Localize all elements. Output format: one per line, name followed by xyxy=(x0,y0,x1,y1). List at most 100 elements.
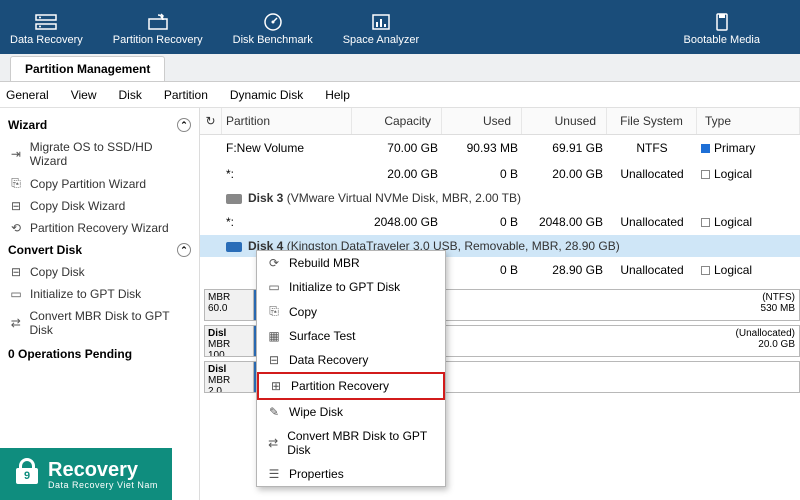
sidebar-copy-disk-2[interactable]: ⊟Copy Disk xyxy=(6,261,193,283)
partition-row[interactable]: F:New Volume 70.00 GB 90.93 MB 69.91 GB … xyxy=(200,135,800,161)
collapse-icon[interactable]: ⌃ xyxy=(177,118,191,132)
sidebar-init-gpt[interactable]: ▭ Initialize to GPT Disk xyxy=(6,283,193,305)
copy-disk-icon: ⊟ xyxy=(8,199,24,213)
tab-bar: Partition Management xyxy=(0,54,800,82)
ctx-surface-test[interactable]: ▦Surface Test xyxy=(257,324,445,348)
toolbar-disk-benchmark[interactable]: Disk Benchmark xyxy=(233,12,313,46)
type-chip-icon xyxy=(701,144,710,153)
cell-used: 90.93 MB xyxy=(442,139,522,157)
col-type[interactable]: Type xyxy=(697,108,800,134)
ctx-label: Copy xyxy=(289,305,317,319)
sidebar-item-label: Copy Disk xyxy=(30,265,85,279)
ctx-properties[interactable]: ☰Properties xyxy=(257,462,445,486)
ctx-label: Convert MBR Disk to GPT Disk xyxy=(287,429,437,457)
sidebar-head-label: Convert Disk xyxy=(8,243,82,257)
ctx-partition-recovery[interactable]: ⊞ Partition Recovery xyxy=(257,372,445,400)
ctx-convert-mbr-gpt[interactable]: ⇄Convert MBR Disk to GPT Disk xyxy=(257,424,445,462)
cell-fs: Unallocated xyxy=(607,165,697,183)
cell-used: 0 B xyxy=(442,213,522,231)
sidebar-item-label: Initialize to GPT Disk xyxy=(30,287,141,301)
toolbar-partition-recovery[interactable]: Partition Recovery xyxy=(113,12,203,46)
toolbar-label: Bootable Media xyxy=(684,34,760,46)
properties-icon: ☰ xyxy=(265,467,283,481)
sidebar-copy-disk[interactable]: ⊟ Copy Disk Wizard xyxy=(6,195,193,217)
disk-header-row[interactable]: Disk 3 (VMware Virtual NVMe Disk, MBR, 2… xyxy=(200,187,800,209)
toolbar-bootable-media[interactable]: Bootable Media xyxy=(684,12,760,46)
operations-pending: 0 Operations Pending xyxy=(6,341,193,367)
toolbar-space-analyzer[interactable]: Space Analyzer xyxy=(343,12,419,46)
disk-map-caption: (NTFS)530 MB xyxy=(761,292,795,314)
type-chip-icon xyxy=(701,266,710,275)
col-partition[interactable]: Partition xyxy=(222,108,352,134)
toolbar-data-recovery[interactable]: Data Recovery xyxy=(10,12,83,46)
tab-partition-management[interactable]: Partition Management xyxy=(10,56,165,81)
ctx-copy[interactable]: ⎘Copy xyxy=(257,299,445,324)
col-used[interactable]: Used xyxy=(442,108,522,134)
cell-type: Logical xyxy=(697,261,800,279)
benchmark-icon xyxy=(261,12,285,32)
cell-unused: 28.90 GB xyxy=(522,261,607,279)
ctx-wipe-disk[interactable]: ✎ Wipe Disk xyxy=(257,400,445,424)
sidebar-item-label: Convert MBR Disk to GPT Disk xyxy=(30,309,191,337)
type-chip-icon xyxy=(701,170,710,179)
ctx-rebuild-mbr[interactable]: ⟳Rebuild MBR xyxy=(257,251,445,275)
sidebar-convert-header[interactable]: Convert Disk ⌃ xyxy=(6,239,193,261)
partition-recovery-icon: ⊞ xyxy=(267,379,285,393)
bootable-media-icon xyxy=(710,12,734,32)
ctx-init-gpt[interactable]: ▭Initialize to GPT Disk xyxy=(257,275,445,299)
partition-row[interactable]: *: 20.00 GB 0 B 20.00 GB Unallocated Log… xyxy=(200,161,800,187)
menu-help[interactable]: Help xyxy=(325,88,350,102)
convert-icon: ⇄ xyxy=(8,316,24,330)
context-menu: ⟳Rebuild MBR ▭Initialize to GPT Disk ⎘Co… xyxy=(256,250,446,487)
menu-general[interactable]: General xyxy=(6,88,49,102)
collapse-icon[interactable]: ⌃ xyxy=(177,243,191,257)
watermark-logo: 9 Recovery Data Recovery Viet Nam xyxy=(0,448,172,500)
watermark-title: Recovery xyxy=(48,460,158,480)
cell-capacity: 2048.00 GB xyxy=(352,213,442,231)
cell-partition: F:New Volume xyxy=(222,139,352,157)
data-recovery-icon: ⊟ xyxy=(265,353,283,367)
col-capacity[interactable]: Capacity xyxy=(352,108,442,134)
ctx-label: Partition Recovery xyxy=(291,379,389,393)
cell-fs: Unallocated xyxy=(607,213,697,231)
partition-row[interactable]: *: 2048.00 GB 0 B 2048.00 GB Unallocated… xyxy=(200,209,800,235)
cell-unused: 20.00 GB xyxy=(522,165,607,183)
sidebar-item-label: Copy Partition Wizard xyxy=(30,177,146,191)
ctx-label: Wipe Disk xyxy=(289,405,343,419)
toolbar-label: Data Recovery xyxy=(10,34,83,46)
sidebar-convert-mbr-gpt[interactable]: ⇄ Convert MBR Disk to GPT Disk xyxy=(6,305,193,341)
init-icon: ▭ xyxy=(8,287,24,301)
cell-partition: *: xyxy=(222,165,352,183)
sidebar-copy-partition[interactable]: ⎘Copy Partition Wizard xyxy=(6,172,193,195)
cell-fs: Unallocated xyxy=(607,261,697,279)
col-unused[interactable]: Unused xyxy=(522,108,607,134)
sidebar-item-label: Partition Recovery Wizard xyxy=(30,221,169,235)
migrate-icon: ⇥ xyxy=(8,147,24,161)
lock-icon: 9 xyxy=(14,458,40,492)
col-filesystem[interactable]: File System xyxy=(607,108,697,134)
sidebar-item-label: Migrate OS to SSD/HD Wizard xyxy=(30,140,191,168)
menu-view[interactable]: View xyxy=(71,88,97,102)
menu-bar: General View Disk Partition Dynamic Disk… xyxy=(0,82,800,108)
ctx-label: Rebuild MBR xyxy=(289,256,360,270)
sidebar-item-label: Copy Disk Wizard xyxy=(30,199,125,213)
sidebar-migrate-os[interactable]: ⇥ Migrate OS to SSD/HD Wizard xyxy=(6,136,193,172)
ctx-data-recovery[interactable]: ⊟ Data Recovery xyxy=(257,348,445,372)
menu-dynamic-disk[interactable]: Dynamic Disk xyxy=(230,88,303,102)
sidebar-partition-recovery[interactable]: ⟲Partition Recovery Wizard xyxy=(6,217,193,239)
toolbar-label: Disk Benchmark xyxy=(233,34,313,46)
disk-map-caption: (Unallocated)20.0 GB xyxy=(736,328,795,350)
watermark-subtitle: Data Recovery Viet Nam xyxy=(48,480,158,490)
surface-icon: ▦ xyxy=(265,329,283,343)
ctx-label: Initialize to GPT Disk xyxy=(289,280,400,294)
menu-disk[interactable]: Disk xyxy=(119,88,142,102)
analyzer-icon xyxy=(369,12,393,32)
wipe-icon: ✎ xyxy=(265,405,283,419)
menu-partition[interactable]: Partition xyxy=(164,88,208,102)
sidebar-head-label: Wizard xyxy=(8,118,47,132)
refresh-icon[interactable]: ↻ xyxy=(200,108,222,134)
ctx-label: Data Recovery xyxy=(289,353,368,367)
type-chip-icon xyxy=(701,218,710,227)
cell-partition: *: xyxy=(222,213,352,231)
sidebar-wizard-header[interactable]: Wizard ⌃ xyxy=(6,114,193,136)
